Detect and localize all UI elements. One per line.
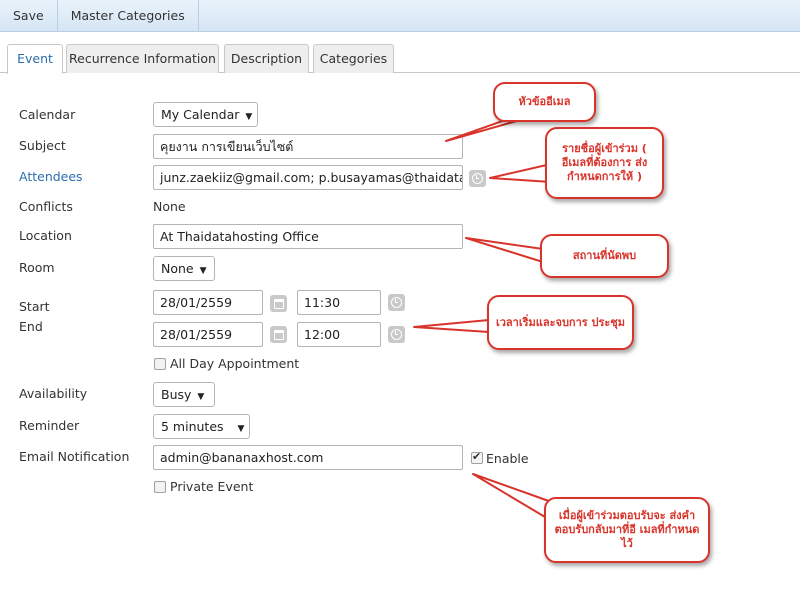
availability-label: Availability [19,386,88,401]
private-event-checkbox[interactable] [154,481,166,493]
end-time-picker-button[interactable] [388,326,405,343]
reminder-value: 5 minutes [161,419,224,434]
calendar-icon [273,329,284,340]
start-time-picker-button[interactable] [388,294,405,311]
room-label: Room [19,260,55,275]
end-label: End [19,319,43,334]
subject-callout: หัวข้ออีเมล [493,82,596,122]
location-callout: สถานที่นัดพบ [540,234,669,278]
time-callout: เวลาเริ่มและจบการ ประชุม [487,295,634,350]
attendees-input[interactable]: junz.zaekiiz@gmail.com; p.busayamas@thai… [153,165,463,190]
attendees-availability-button[interactable] [469,170,486,187]
start-time-input[interactable]: 11:30 [297,290,381,315]
caret-down-icon: ▼ [245,112,253,122]
enable-checkbox[interactable] [471,450,483,464]
reminder-label: Reminder [19,418,80,433]
subject-input[interactable]: คุยงาน การเขียนเว็บไซต์ [153,134,463,159]
conflicts-label: Conflicts [19,199,73,214]
conflicts-value: None [153,199,186,214]
end-date-picker-button[interactable] [270,326,287,343]
clock-icon [391,297,402,308]
clock-icon [472,173,483,184]
availability-select[interactable]: Busy ▼ [153,382,215,407]
caret-down-icon: ▼ [237,424,245,434]
tab-bar: Event Recurrence Information Description… [0,42,800,74]
start-date-picker-button[interactable] [270,295,287,312]
subject-label: Subject [19,138,66,153]
room-select[interactable]: None ▼ [153,256,215,281]
tab-categories[interactable]: Categories [313,44,394,73]
end-time-input[interactable]: 12:00 [297,322,381,347]
start-label: Start [19,299,50,314]
attendees-callout: รายชื่อผู้เข้าร่วม ( อีเมลที่ต้องการ ส่ง… [545,127,664,199]
tab-event[interactable]: Event [7,44,63,74]
calendar-value: My Calendar [161,107,240,122]
email-notification-label: Email Notification [19,449,130,464]
availability-value: Busy [161,387,192,402]
reminder-select[interactable]: 5 minutes ▼ [153,414,250,439]
room-value: None [161,261,194,276]
private-event-label: Private Event [170,479,254,494]
caret-down-icon: ▼ [199,266,207,276]
calendar-icon [273,298,284,309]
location-note-arrow [465,237,544,263]
end-date-input[interactable]: 28/01/2559 [153,322,263,347]
time-note-arrow [413,319,490,333]
enable-label: Enable [486,451,529,466]
tab-recurrence-information[interactable]: Recurrence Information [66,44,219,73]
toolbar: Save Master Categories [0,0,800,32]
master-categories-button[interactable]: Master Categories [58,0,199,32]
email-notification-input[interactable]: admin@bananaxhost.com [153,445,463,470]
clock-icon [391,329,402,340]
caret-down-icon: ▼ [197,392,205,402]
attendees-note-arrow [489,163,552,183]
location-label: Location [19,228,72,243]
calendar-select[interactable]: My Calendar ▼ [153,102,258,127]
notify-callout: เมื่อผู้เข้าร่วมตอบรับจะ ส่งคำตอบรับกลับ… [544,497,710,563]
start-date-input[interactable]: 28/01/2559 [153,290,263,315]
all-day-checkbox[interactable] [154,358,166,370]
location-input[interactable]: At Thaidatahosting Office [153,224,463,249]
all-day-label: All Day Appointment [170,356,300,371]
calendar-label: Calendar [19,107,76,122]
save-button[interactable]: Save [0,0,58,32]
attendees-link[interactable]: Attendees [19,169,83,184]
tab-description[interactable]: Description [224,44,309,73]
